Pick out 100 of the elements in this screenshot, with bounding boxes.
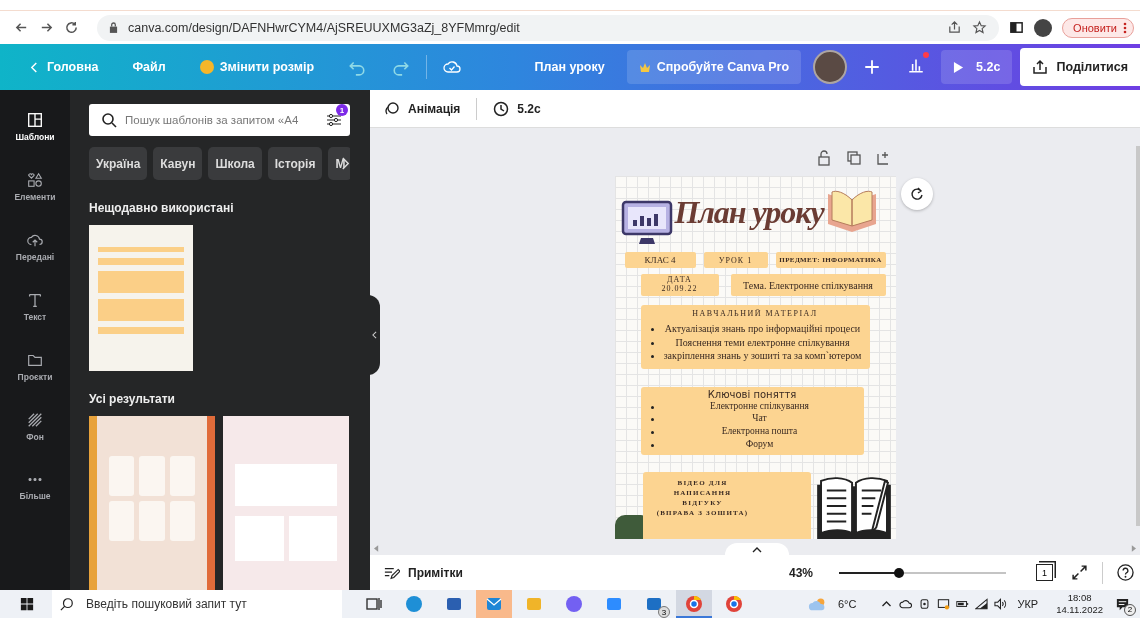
search-input[interactable]: Введіть пошуковий запит тут xyxy=(84,596,342,612)
suggestion-chip[interactable]: Україна xyxy=(89,147,148,180)
plus-icon[interactable] xyxy=(863,58,882,76)
template-thumbnail[interactable] xyxy=(89,416,215,590)
concept-item[interactable]: Чат xyxy=(663,412,856,426)
user-avatar[interactable] xyxy=(813,50,848,84)
share-icon[interactable] xyxy=(947,20,963,35)
notifications-icon[interactable] xyxy=(1115,596,1130,612)
design-heading[interactable]: План уроку xyxy=(674,196,824,228)
display-icon[interactable] xyxy=(937,598,951,610)
cloud-icon[interactable] xyxy=(899,598,913,610)
mail-icon[interactable] xyxy=(484,595,504,613)
date-label[interactable]: ДАТА xyxy=(667,276,692,285)
material-heading[interactable]: НАВЧАЛЬНИЙ МАТЕРІАЛ xyxy=(648,309,862,318)
bullet xyxy=(650,418,654,422)
concepts-heading[interactable]: Ключові поняття xyxy=(648,388,856,400)
task-view-icon[interactable] xyxy=(364,595,384,613)
material-item[interactable]: Актуалізація знань про інформаційні процеси xyxy=(663,322,862,336)
refresh-icon xyxy=(909,186,925,202)
class-label[interactable]: КЛАС 4 xyxy=(624,252,696,268)
reload-icon[interactable] xyxy=(64,20,79,35)
crown-icon xyxy=(638,62,651,72)
design-title[interactable]: План уроку xyxy=(534,60,605,74)
search-icon xyxy=(60,597,74,611)
material-item[interactable]: Пояснення теми електронне спілкування xyxy=(663,335,862,349)
date-value[interactable]: 20.09.22 xyxy=(661,285,698,294)
app-circle-icon[interactable] xyxy=(684,595,704,613)
concept-item[interactable]: Форум xyxy=(663,437,856,451)
keyboard-language[interactable]: УКР xyxy=(1017,598,1039,610)
profile-avatar[interactable] xyxy=(1034,18,1053,37)
share-icon xyxy=(1032,59,1049,75)
sidebar-item[interactable]: Більше xyxy=(0,460,70,512)
section-heading: Нещодавно використані xyxy=(89,201,235,215)
section-heading: Усі результати xyxy=(89,392,176,406)
duration-button[interactable]: 5.2с xyxy=(491,96,543,121)
suggestion-chip[interactable]: М xyxy=(328,147,350,180)
camera-icon[interactable] xyxy=(918,598,932,610)
try-pro-button[interactable]: Спробуйте Canva Pro xyxy=(626,50,802,84)
bar-chart-icon[interactable] xyxy=(907,56,926,74)
suggestion-chip[interactable]: Школа xyxy=(208,147,262,180)
lock-icon xyxy=(109,22,118,33)
taskbar-search-field[interactable]: Введіть пошуковий запит тут xyxy=(52,590,342,618)
lock-icon[interactable] xyxy=(815,150,832,166)
more-icon xyxy=(28,477,42,482)
sidebar-item[interactable]: Передані xyxy=(0,220,70,272)
suggestion-chip[interactable]: Кавун xyxy=(153,147,203,180)
cloud-check-icon[interactable] xyxy=(443,58,462,76)
app-square-icon[interactable] xyxy=(604,595,624,613)
clock[interactable]: 18:08 14.11.2022 xyxy=(1056,591,1103,617)
speaker-icon[interactable] xyxy=(994,598,1008,610)
expand-pages-button[interactable] xyxy=(725,543,789,557)
design-page[interactable] xyxy=(614,176,896,539)
search-field[interactable]: Пошук шаблонів за запитом «А4 1 xyxy=(89,104,350,136)
background-icon xyxy=(26,410,44,429)
star-icon[interactable] xyxy=(972,20,988,35)
bullet xyxy=(650,443,654,447)
concept-item[interactable]: Електронне спілкування xyxy=(663,399,856,413)
share-button[interactable]: Поділитися xyxy=(1020,48,1140,86)
app-circle-icon[interactable] xyxy=(724,595,744,613)
windows-start-icon[interactable] xyxy=(20,597,34,611)
app-square-icon[interactable] xyxy=(444,595,464,613)
wifi-icon[interactable] xyxy=(975,598,989,610)
notes-button[interactable]: Примітки xyxy=(382,560,465,585)
sidebar-icon[interactable] xyxy=(1009,20,1025,35)
fullscreen-icon[interactable] xyxy=(1071,564,1088,581)
battery-icon[interactable] xyxy=(956,598,970,610)
duplicate-icon[interactable] xyxy=(845,150,862,166)
suggestion-chip[interactable]: Історія xyxy=(267,147,323,180)
sidebar-item[interactable]: Проєкти xyxy=(0,340,70,392)
update-button[interactable]: Оновити xyxy=(1062,17,1134,38)
address-bar[interactable]: canva.com/design/DAFNHwrCYM4/AjSREUUXMG3aZj_8YFMmrg/edit xyxy=(97,14,1000,41)
concept-item[interactable]: Електронна пошта xyxy=(663,425,856,438)
template-thumbnail[interactable] xyxy=(223,416,349,590)
sidebar-item[interactable]: Фон xyxy=(0,400,70,452)
search-icon xyxy=(101,112,117,128)
play-button[interactable]: 5.2с xyxy=(941,50,1013,84)
taskbar-app[interactable]: 3 xyxy=(636,590,672,618)
chevron-left-icon xyxy=(30,60,39,74)
material-item[interactable]: закріплення знань у зошиті та за комп`ютером xyxy=(663,349,862,363)
help-icon[interactable] xyxy=(1117,564,1134,581)
url-text: canva.com/design/DAFNHwrCYM4/AjSREUUXMG3aZj_8YFMmrg/edit xyxy=(128,20,520,35)
animation-button[interactable]: Анімація xyxy=(382,96,463,121)
app-circle-icon[interactable] xyxy=(404,595,424,613)
taskbar-app[interactable] xyxy=(676,590,712,618)
app-circle-icon[interactable] xyxy=(564,595,584,613)
scrollbar[interactable] xyxy=(1136,146,1140,526)
sidebar-item[interactable]: Текст xyxy=(0,280,70,332)
lesson-label[interactable]: УРОК 1 xyxy=(703,252,768,268)
template-thumbnail[interactable] xyxy=(89,225,193,371)
temperature-text[interactable]: 6°C xyxy=(837,598,857,610)
collapse-panel-handle[interactable] xyxy=(368,295,380,375)
sidebar-item[interactable]: Шаблони xyxy=(0,100,70,152)
zoom-value[interactable]: 43% xyxy=(788,565,813,580)
sidebar-item[interactable]: Елементи xyxy=(0,160,70,212)
topic-label[interactable]: Тема. Електронне спілкування xyxy=(730,274,886,296)
regenerate-button[interactable] xyxy=(901,178,933,210)
page-count-button[interactable]: 1 xyxy=(1036,564,1053,581)
filter-icon[interactable] xyxy=(326,112,342,128)
app-square-icon[interactable] xyxy=(644,595,664,613)
taskbar-app[interactable] xyxy=(476,590,512,618)
